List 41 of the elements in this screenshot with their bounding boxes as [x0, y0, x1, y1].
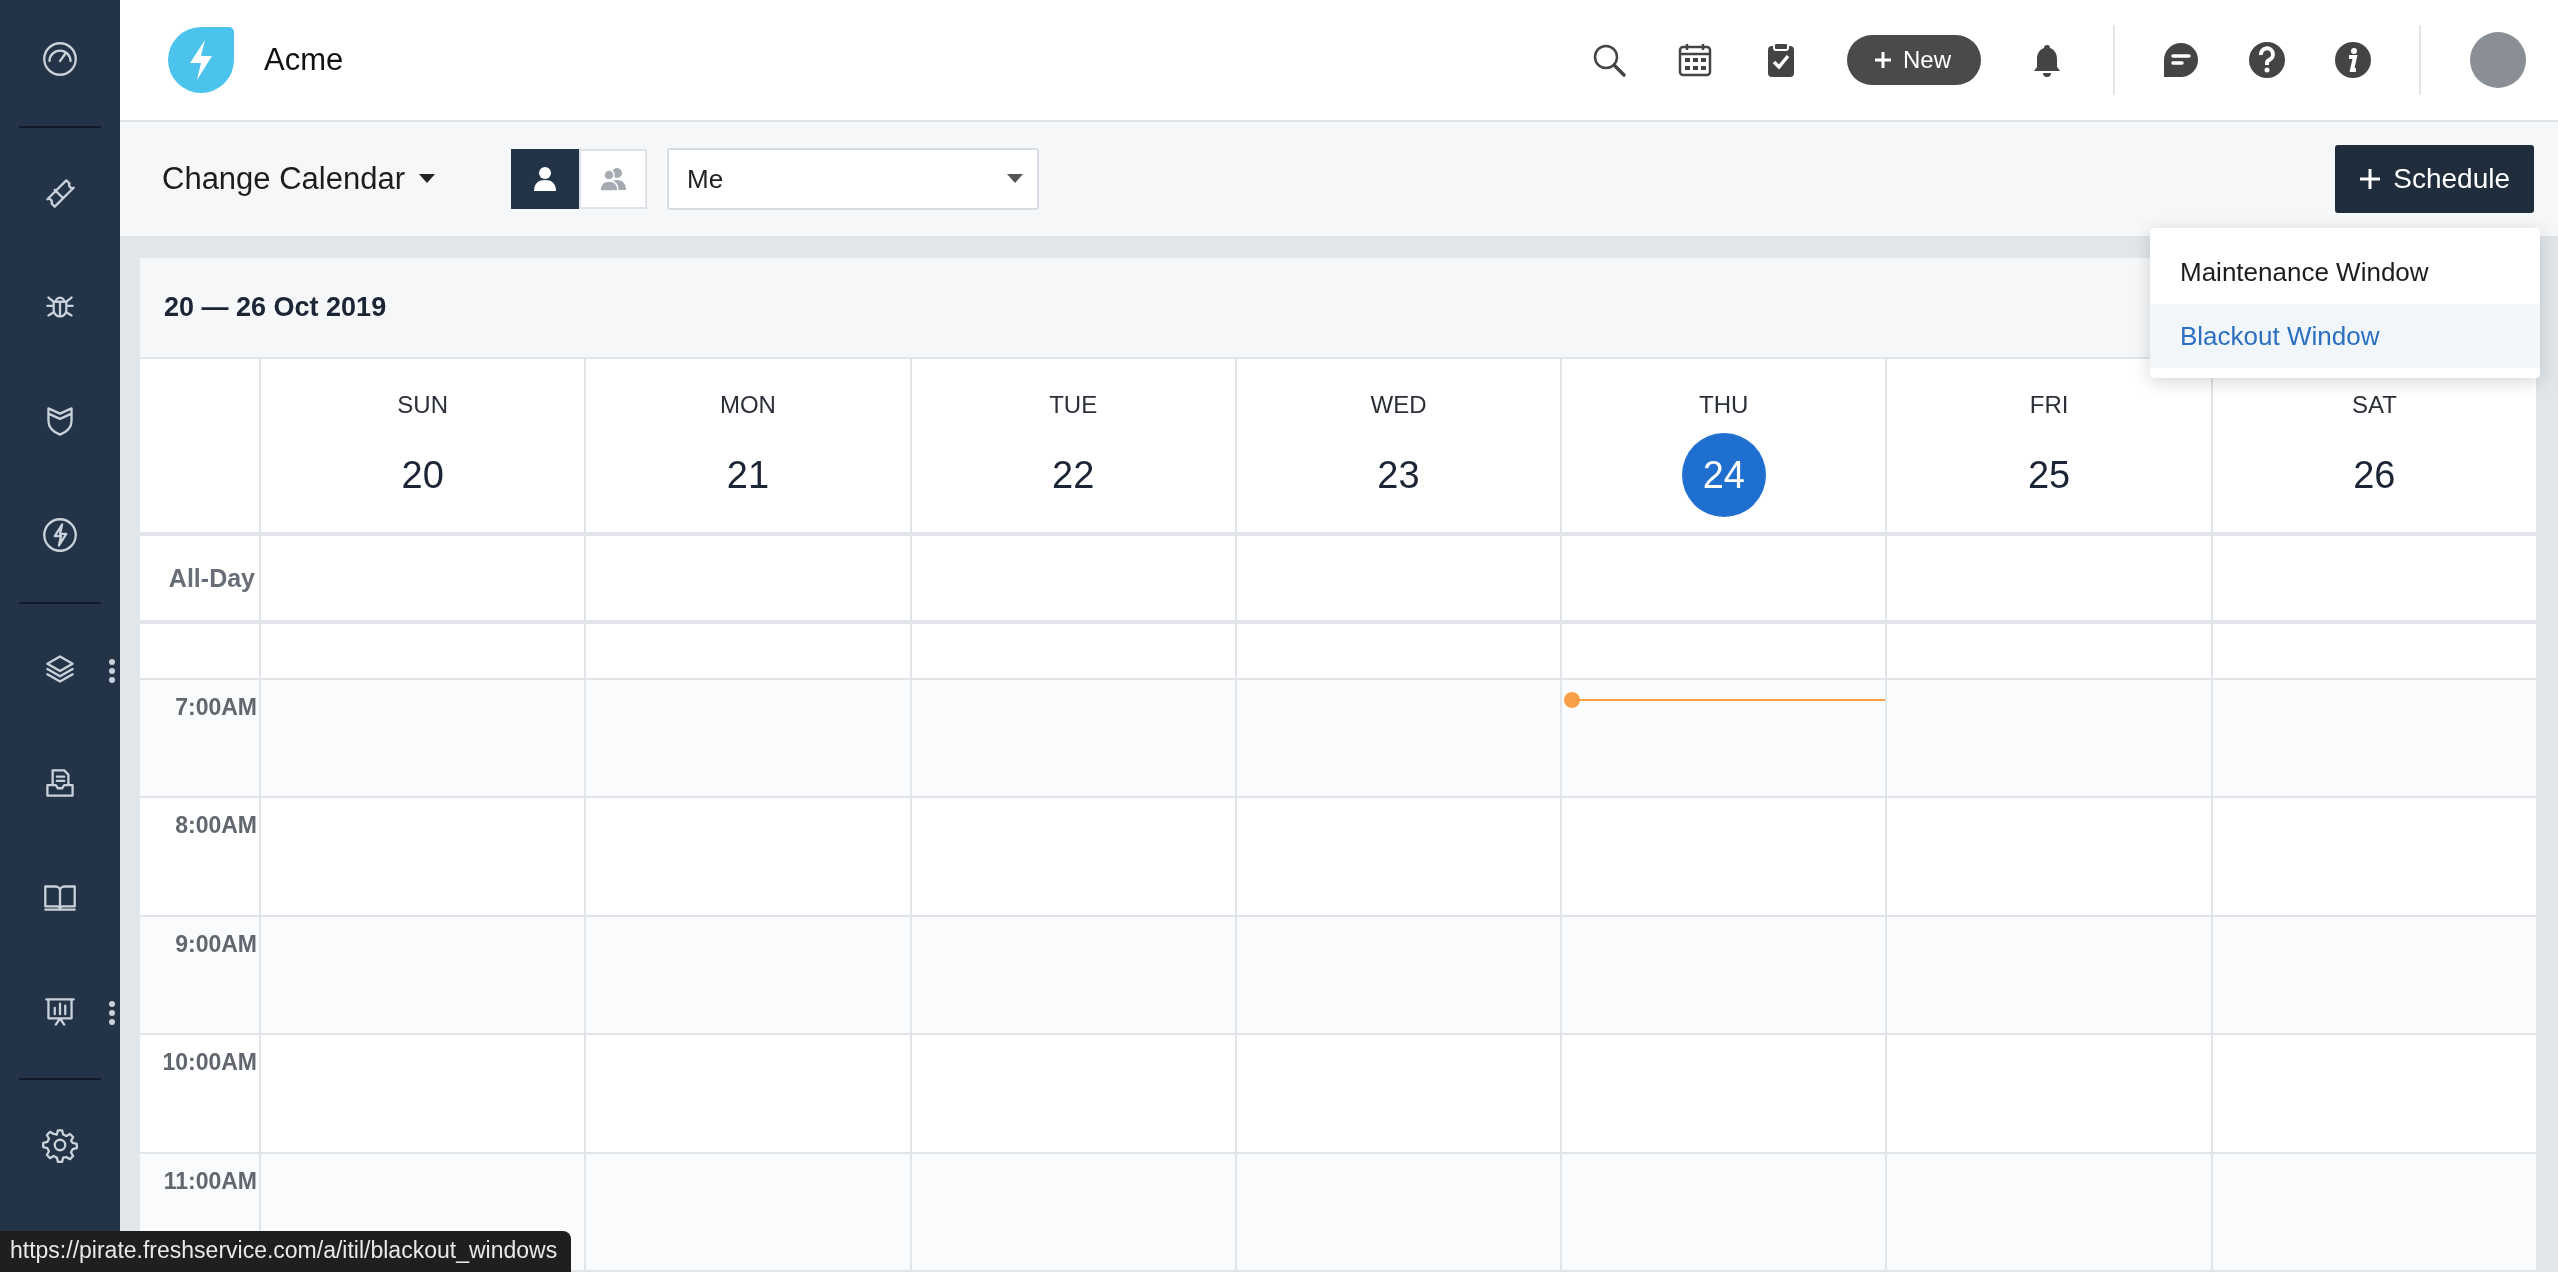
time-label: 9:00AM [140, 916, 259, 1036]
day-date[interactable]: 23 [1356, 433, 1441, 517]
calendar-switcher[interactable]: Change Calendar [162, 161, 435, 197]
day-date[interactable]: 24 [1681, 433, 1766, 517]
avatar[interactable] [2470, 32, 2526, 88]
day-name: SAT [2351, 391, 2397, 420]
brand-name: Acme [264, 42, 345, 78]
day-name: FRI [2029, 391, 2069, 420]
day-name: SUN [397, 391, 448, 420]
team-view-toggle[interactable] [579, 149, 647, 209]
time-label: 7:00AM [140, 679, 259, 799]
new-button[interactable]: New [1847, 35, 1981, 85]
personal-view-toggle[interactable] [511, 149, 579, 209]
help-icon[interactable] [2247, 40, 2287, 80]
kebab-icon[interactable] [108, 1000, 116, 1026]
all-day-label: All-Day [167, 562, 256, 594]
day-name: THU [1699, 391, 1749, 420]
menu-item[interactable]: Maintenance Window [2150, 240, 2540, 304]
day-date[interactable]: 21 [705, 433, 790, 517]
caret-icon [419, 174, 435, 184]
day-name: MON [719, 391, 776, 420]
link-preview-tooltip: https://pirate.freshservice.com/a/itil/blackout_windows [0, 1231, 572, 1272]
day-date[interactable]: 26 [2332, 433, 2417, 517]
day-date[interactable]: 25 [2007, 433, 2092, 517]
plus-icon [1873, 50, 1893, 70]
people-icon [598, 166, 628, 192]
day-name: WED [1370, 391, 1427, 420]
menu-item[interactable]: Blackout Window [2150, 304, 2540, 368]
chat-bubble-icon[interactable] [2161, 40, 2201, 80]
day-date[interactable]: 22 [1031, 433, 1116, 517]
person-icon [532, 166, 558, 192]
date-range: 20 — 26 Oct 2019 [164, 292, 388, 323]
caret-icon [1007, 174, 1023, 184]
info-icon[interactable] [2333, 40, 2373, 80]
agent-select[interactable]: Me [667, 148, 1039, 210]
kebab-icon[interactable] [108, 658, 116, 684]
day-date[interactable]: 20 [380, 433, 465, 517]
day-name: TUE [1049, 391, 1098, 420]
schedule-button[interactable]: Schedule [2335, 145, 2534, 213]
plus-icon [2359, 168, 2382, 190]
brand-logo[interactable] [166, 25, 236, 95]
